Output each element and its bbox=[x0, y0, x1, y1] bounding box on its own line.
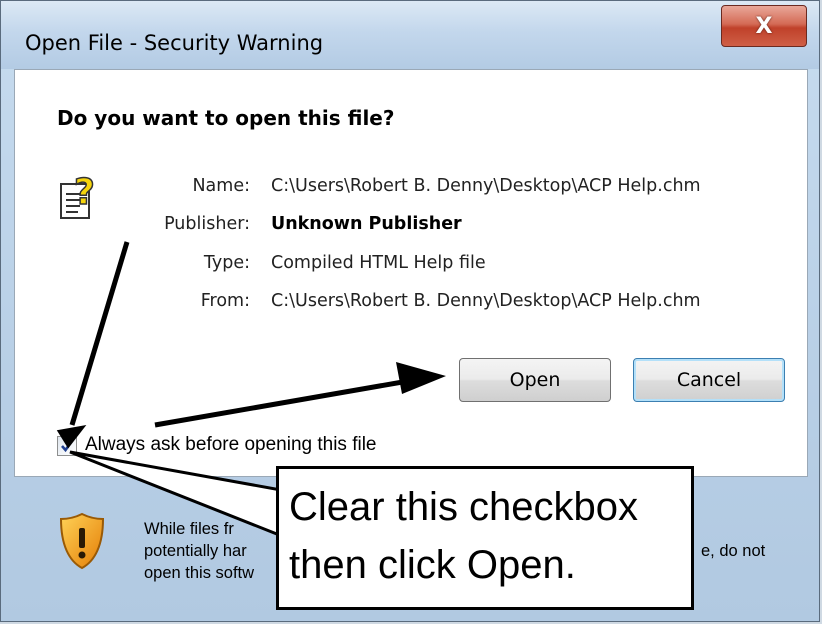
type-label: Type: bbox=[203, 253, 250, 273]
publisher-value: Unknown Publisher bbox=[271, 214, 462, 234]
name-label: Name: bbox=[192, 176, 250, 196]
name-value: C:\Users\Robert B. Denny\Desktop\ACP Hel… bbox=[271, 176, 701, 196]
callout-line-2: then click Open. bbox=[289, 543, 576, 587]
publisher-label: Publisher: bbox=[164, 214, 250, 234]
title-bar[interactable]: Open File - Security Warning X bbox=[1, 1, 819, 69]
dialog-content: Do you want to open this file? ? Name: C… bbox=[14, 69, 808, 477]
callout-line-1: Clear this checkbox bbox=[289, 485, 639, 529]
callout-pointer-join bbox=[279, 490, 285, 542]
always-ask-checkbox[interactable] bbox=[57, 436, 77, 456]
type-value: Compiled HTML Help file bbox=[271, 253, 486, 273]
from-label: From: bbox=[200, 291, 250, 311]
from-value: C:\Users\Robert B. Denny\Desktop\ACP Hel… bbox=[271, 291, 701, 311]
always-ask-label[interactable]: Always ask before opening this file bbox=[85, 434, 377, 456]
window-title: Open File - Security Warning bbox=[25, 31, 324, 55]
close-icon: X bbox=[755, 13, 773, 39]
open-button[interactable]: Open bbox=[459, 358, 611, 402]
instruction-callout: Clear this checkbox then click Open. bbox=[276, 466, 694, 610]
warning-line-2-end: e, do not bbox=[701, 542, 766, 560]
checkmark-icon bbox=[61, 440, 74, 453]
cancel-button[interactable]: Cancel bbox=[633, 358, 785, 402]
close-button[interactable]: X bbox=[721, 5, 807, 47]
dialog-question: Do you want to open this file? bbox=[57, 106, 395, 130]
warning-shield-icon bbox=[59, 512, 105, 570]
